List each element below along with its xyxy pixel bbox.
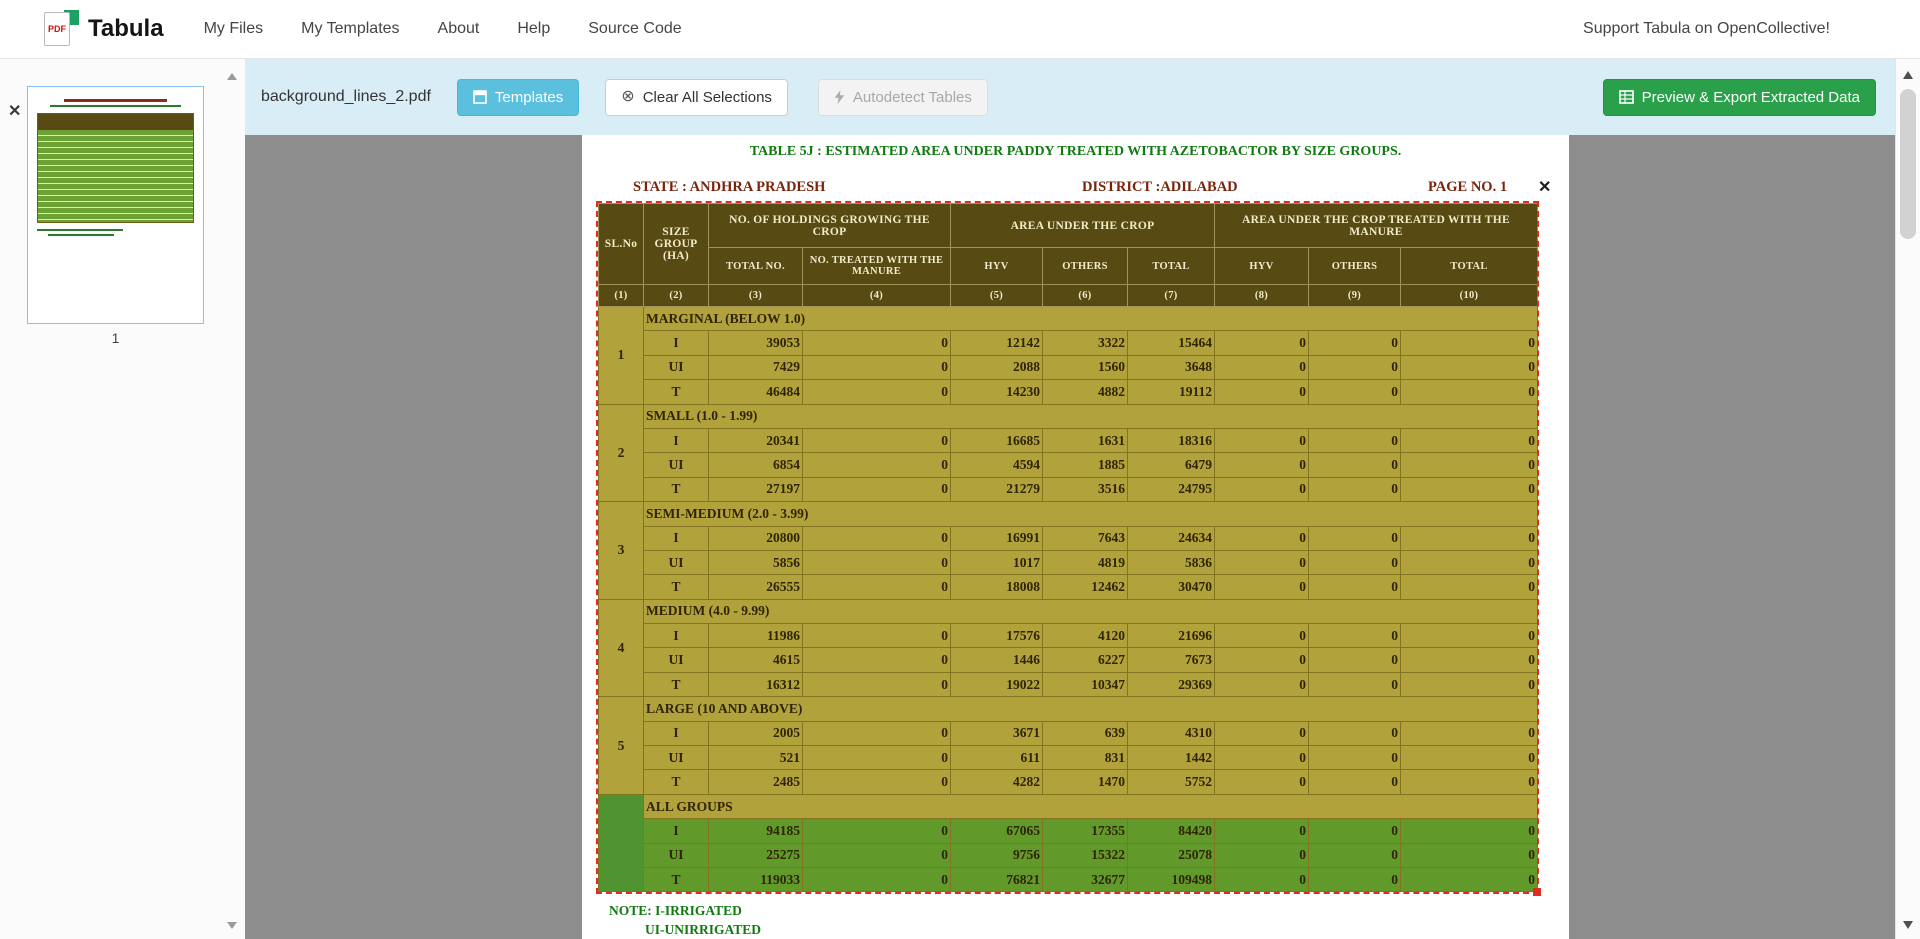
nav-item-source-code[interactable]: Source Code bbox=[588, 20, 681, 38]
pdf-note-line-2: UI-UNIRRIGATED bbox=[645, 922, 761, 938]
page-scrollbar[interactable] bbox=[1895, 59, 1920, 939]
autodetect-button-label: Autodetect Tables bbox=[853, 89, 972, 106]
pdf-file-icon: PDF bbox=[44, 12, 70, 46]
selection-close-button[interactable]: ✕ bbox=[1538, 177, 1551, 197]
thumbnail-subtitle-line bbox=[50, 105, 182, 107]
thumbnail-title-line bbox=[64, 99, 168, 102]
lightning-bolt-icon bbox=[834, 90, 845, 104]
thumbnail-table-header bbox=[38, 114, 193, 130]
page-1-thumbnail[interactable] bbox=[27, 86, 204, 324]
export-button-label: Preview & Export Extracted Data bbox=[1642, 89, 1860, 106]
nav-item-help[interactable]: Help bbox=[517, 20, 550, 38]
pdf-page[interactable]: TABLE 5J : ESTIMATED AREA UNDER PADDY TR… bbox=[582, 135, 1569, 939]
templates-button[interactable]: Templates bbox=[457, 79, 579, 116]
document-column: background_lines_2.pdf Templates ⊗ Clear… bbox=[245, 59, 1920, 939]
document-toolbar: background_lines_2.pdf Templates ⊗ Clear… bbox=[245, 59, 1920, 135]
support-link[interactable]: Support Tabula on OpenCollective! bbox=[1583, 20, 1830, 38]
scrollbar-thumb[interactable] bbox=[1900, 89, 1916, 239]
pdf-state-line: STATE : ANDHRA PRADESH bbox=[633, 179, 825, 196]
nav-item-about[interactable]: About bbox=[438, 20, 480, 38]
page-thumbnail-sidebar: ✕ 1 bbox=[0, 59, 245, 939]
thumbnail-page-number: 1 bbox=[27, 330, 204, 346]
templates-button-label: Templates bbox=[495, 89, 563, 106]
nav-item-my-templates[interactable]: My Templates bbox=[301, 20, 399, 38]
pdf-page-number-label: PAGE NO. 1 bbox=[1428, 179, 1507, 196]
scrollbar-down-icon[interactable] bbox=[1903, 921, 1913, 929]
app-brand: Tabula bbox=[88, 15, 164, 43]
scrollbar-up-icon[interactable] bbox=[1903, 71, 1913, 79]
top-navbar: PDF Tabula My Files My Templates About H… bbox=[0, 0, 1920, 59]
thumbnail-table-body bbox=[38, 130, 193, 222]
content-area: ✕ 1 background_lines_2.pdf Templates bbox=[0, 59, 1920, 939]
nav-menu: My Files My Templates About Help Source … bbox=[204, 20, 682, 38]
thumbnail-note-line bbox=[48, 234, 114, 236]
pdf-viewport: TABLE 5J : ESTIMATED AREA UNDER PADDY TR… bbox=[245, 135, 1920, 939]
pdf-district-line: DISTRICT :ADILABAD bbox=[1082, 179, 1238, 196]
pdf-table-title: TABLE 5J : ESTIMATED AREA UNDER PADDY TR… bbox=[582, 144, 1569, 160]
thumbnail-table bbox=[37, 113, 194, 223]
selection-resize-handle[interactable] bbox=[1533, 888, 1541, 896]
thumbnail-note-line bbox=[37, 229, 123, 231]
table-selection-box[interactable] bbox=[596, 201, 1539, 894]
template-icon bbox=[473, 90, 487, 104]
sidebar-scroll-down-icon[interactable] bbox=[227, 922, 237, 929]
preview-export-button[interactable]: Preview & Export Extracted Data bbox=[1603, 79, 1876, 116]
autodetect-tables-button[interactable]: Autodetect Tables bbox=[818, 79, 988, 116]
remove-page-button[interactable]: ✕ bbox=[8, 101, 21, 121]
tabula-logo-icon: PDF bbox=[44, 10, 76, 48]
table-grid-icon bbox=[1619, 90, 1634, 104]
sidebar-scroll-up-icon[interactable] bbox=[227, 73, 237, 80]
nav-item-my-files[interactable]: My Files bbox=[204, 20, 264, 38]
clear-button-label: Clear All Selections bbox=[643, 89, 772, 106]
open-filename: background_lines_2.pdf bbox=[261, 88, 431, 106]
clear-all-selections-button[interactable]: ⊗ Clear All Selections bbox=[605, 79, 788, 116]
clear-circle-x-icon: ⊗ bbox=[621, 89, 634, 105]
pdf-note-line-1: NOTE: I-IRRIGATED bbox=[609, 903, 742, 919]
